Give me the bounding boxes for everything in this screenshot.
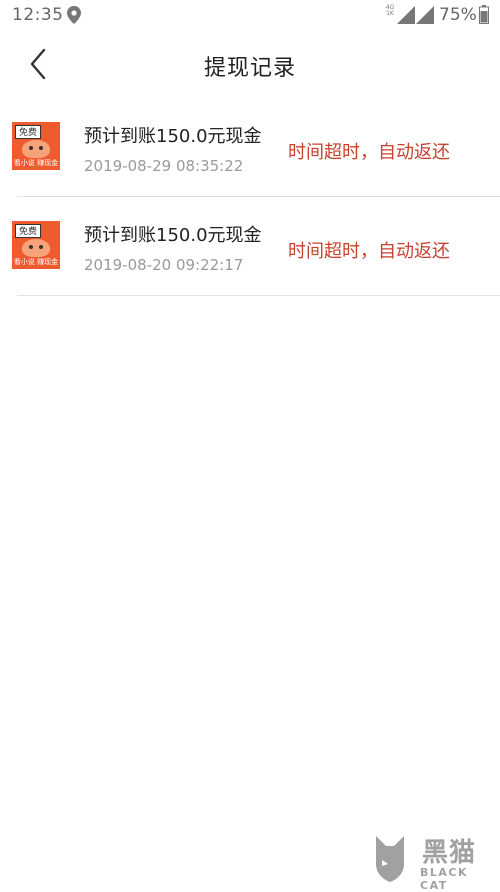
app-logo-caption: 看小说 赚现金	[13, 258, 59, 266]
record-title: 预计到账150.0元现金	[84, 126, 262, 147]
page-title: 提现记录	[203, 56, 296, 81]
app-logo-fox-face	[22, 239, 50, 257]
signal-strength-icon	[397, 6, 415, 24]
header-bar: 提现记录	[0, 30, 500, 98]
withdrawal-record-list: 免费 看小说 赚现金 预计到账150.0元现金 2019-08-29 08:35…	[0, 98, 500, 296]
watermark-name-cn: 黑猫	[422, 838, 477, 868]
app-logo-icon: 免费 看小说 赚现金	[12, 221, 60, 269]
record-title: 预计到账150.0元现金	[84, 225, 262, 246]
battery-percentage: 75%	[439, 5, 477, 25]
app-logo-fox-face	[22, 140, 50, 158]
app-logo-eye-left	[29, 245, 33, 249]
app-logo-eye-left	[29, 146, 33, 150]
record-status: 时间超时，自动返还	[288, 142, 450, 163]
network-type-bottom: 1K	[386, 10, 394, 17]
signal-strength-icon-secondary	[416, 6, 434, 24]
record-status: 时间超时，自动返还	[288, 241, 450, 262]
app-logo-eye-right	[39, 146, 43, 150]
location-pin-icon	[67, 6, 81, 24]
watermark-name-en: BLACK CAT	[420, 866, 469, 892]
status-bar: 12:35 4G 1K 75%	[0, 0, 500, 30]
record-timestamp: 2019-08-20 09:22:17	[84, 256, 244, 274]
app-logo-caption: 看小说 赚现金	[13, 159, 59, 167]
status-time: 12:35	[12, 5, 64, 25]
app-logo-eye-right	[39, 245, 43, 249]
black-cat-logo-icon	[376, 836, 404, 882]
battery-icon	[479, 5, 489, 24]
app-logo-icon: 免费 看小说 赚现金	[12, 122, 60, 170]
app-logo-badge: 免费	[15, 224, 41, 238]
app-logo-badge: 免费	[15, 125, 41, 139]
black-cat-watermark: 黑猫 BLACK CAT	[372, 834, 496, 892]
list-item[interactable]: 免费 看小说 赚现金 预计到账150.0元现金 2019-08-29 08:35…	[12, 98, 500, 197]
list-item[interactable]: 免费 看小说 赚现金 预计到账150.0元现金 2019-08-20 09:22…	[12, 197, 500, 296]
record-timestamp: 2019-08-29 08:35:22	[84, 157, 244, 175]
network-type-indicator: 4G 1K	[382, 5, 398, 25]
